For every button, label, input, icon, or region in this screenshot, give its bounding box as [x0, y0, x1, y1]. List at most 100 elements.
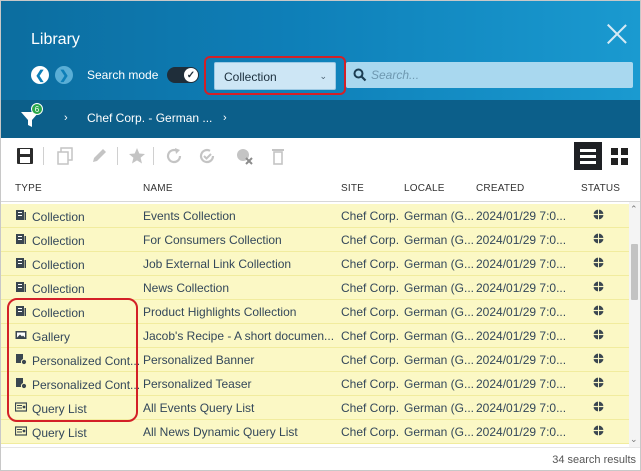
row-created: 2024/01/29 7:0...: [476, 305, 567, 319]
row-locale: German (G...: [404, 401, 474, 415]
status-icon: [593, 281, 605, 295]
row-name: Personalized Teaser: [143, 377, 252, 391]
library-dialog: Library ❮ ❯ Search mode ✓ Collection ⌄ 6…: [0, 0, 641, 471]
row-created: 2024/01/29 7:0...: [476, 233, 567, 247]
chevron-up-icon[interactable]: ⌃: [630, 204, 638, 215]
toolbar-divider: [153, 147, 154, 165]
row-site: Chef Corp.: [341, 353, 400, 367]
status-icon: [593, 329, 605, 343]
status-icon: [593, 425, 605, 439]
edit-icon[interactable]: [89, 146, 109, 166]
row-type: Collection: [15, 209, 139, 224]
row-name: All Events Query List: [143, 401, 255, 415]
back-arrow-icon[interactable]: ❮: [31, 66, 49, 84]
chevron-right-icon: ›: [223, 112, 227, 124]
row-type-label: Collection: [32, 257, 85, 272]
status-icon: [593, 233, 605, 247]
row-name: All News Dynamic Query List: [143, 425, 298, 439]
search-icon: [353, 68, 367, 82]
column-header-locale[interactable]: LOCALE: [404, 183, 445, 194]
row-name: Job External Link Collection: [143, 257, 292, 271]
row-type-label: Collection: [32, 281, 85, 296]
scrollbar-thumb[interactable]: [631, 244, 638, 300]
annotation-highlight-type-select: [204, 56, 346, 95]
annotation-highlight-types: [7, 298, 138, 422]
row-site: Chef Corp.: [341, 257, 400, 271]
row-locale: German (G...: [404, 353, 474, 367]
status-icon: [593, 377, 605, 391]
row-name: News Collection: [143, 281, 230, 295]
table-row[interactable]: Collection For Consumers Collection Chef C…: [1, 228, 629, 252]
scrollbar[interactable]: ⌃ ⌄: [629, 202, 640, 447]
row-locale: German (G...: [404, 281, 474, 295]
column-header-created[interactable]: CREATED: [476, 183, 524, 194]
row-created: 2024/01/29 7:0...: [476, 329, 567, 343]
row-site: Chef Corp.: [341, 281, 400, 295]
row-site: Chef Corp.: [341, 329, 400, 343]
collection-icon: [15, 209, 27, 224]
grid-view-icon[interactable]: [605, 142, 633, 170]
dialog-title: Library: [31, 31, 80, 48]
search-mode-label: Search mode: [87, 68, 159, 82]
row-site: Chef Corp.: [341, 305, 400, 319]
search-mode-toggle[interactable]: ✓: [167, 67, 199, 83]
unpublish-icon[interactable]: [234, 146, 254, 166]
breadcrumb-site[interactable]: Chef Corp. - German ...: [87, 111, 212, 125]
row-site: Chef Corp.: [341, 377, 400, 391]
row-type: Collection: [15, 233, 139, 248]
status-icon: [593, 401, 605, 415]
trash-icon[interactable]: [268, 146, 288, 166]
status-icon: [593, 305, 605, 319]
chevron-right-icon: ›: [64, 112, 68, 124]
copy-icon[interactable]: [55, 146, 75, 166]
chevron-down-icon[interactable]: ⌄: [630, 434, 638, 445]
status-icon: [593, 257, 605, 271]
column-header-status[interactable]: STATUS: [581, 183, 620, 194]
query-list-icon: [15, 425, 27, 440]
row-locale: German (G...: [404, 209, 474, 223]
column-header-name[interactable]: NAME: [143, 183, 173, 194]
row-type-label: Query List: [32, 425, 87, 440]
status-icon: [593, 353, 605, 367]
row-type: Collection: [15, 281, 139, 296]
row-created: 2024/01/29 7:0...: [476, 425, 567, 439]
row-name: Personalized Banner: [143, 353, 255, 367]
row-site: Chef Corp.: [341, 425, 400, 439]
row-site: Chef Corp.: [341, 401, 400, 415]
collection-icon: [15, 257, 27, 272]
row-name: Product Highlights Collection: [143, 305, 297, 319]
column-header-type[interactable]: TYPE: [15, 183, 42, 194]
row-site: Chef Corp.: [341, 209, 400, 223]
row-locale: German (G...: [404, 257, 474, 271]
row-created: 2024/01/29 7:0...: [476, 281, 567, 295]
status-icon: [593, 209, 605, 223]
row-created: 2024/01/29 7:0...: [476, 401, 567, 415]
column-header-site[interactable]: SITE: [341, 183, 364, 194]
row-created: 2024/01/29 7:0...: [476, 377, 567, 391]
row-name: For Consumers Collection: [143, 233, 282, 247]
table-row[interactable]: Collection News Collection Chef Corp. Germa…: [1, 276, 629, 300]
row-created: 2024/01/29 7:0...: [476, 257, 567, 271]
sync-check-icon[interactable]: [197, 146, 217, 166]
filter-count-badge: 6: [31, 103, 43, 115]
table-row[interactable]: Collection Events Collection Chef Corp. Ger…: [1, 204, 629, 228]
table-row[interactable]: Query List All News Dynamic Query List Che…: [1, 420, 629, 444]
row-name: Jacob's Recipe - A short documen...: [143, 329, 335, 343]
close-icon[interactable]: [606, 23, 628, 45]
row-type: Query List: [15, 425, 139, 440]
save-icon[interactable]: [15, 146, 35, 166]
forward-arrow-icon[interactable]: ❯: [55, 66, 73, 84]
list-view-icon[interactable]: [574, 142, 602, 170]
row-type-label: Collection: [32, 233, 85, 248]
search-box[interactable]: [346, 62, 633, 88]
table-row[interactable]: Collection Job External Link Collection Ch…: [1, 252, 629, 276]
toolbar-divider: [117, 147, 118, 165]
star-icon[interactable]: [127, 146, 147, 166]
toolbar: [1, 138, 640, 174]
row-created: 2024/01/29 7:0...: [476, 353, 567, 367]
row-locale: German (G...: [404, 425, 474, 439]
sync-icon[interactable]: [164, 146, 184, 166]
results-count: 34 search results: [552, 454, 636, 466]
search-input[interactable]: [371, 65, 621, 85]
table-header: TYPE NAME SITE LOCALE CREATED STATUS: [1, 174, 640, 202]
